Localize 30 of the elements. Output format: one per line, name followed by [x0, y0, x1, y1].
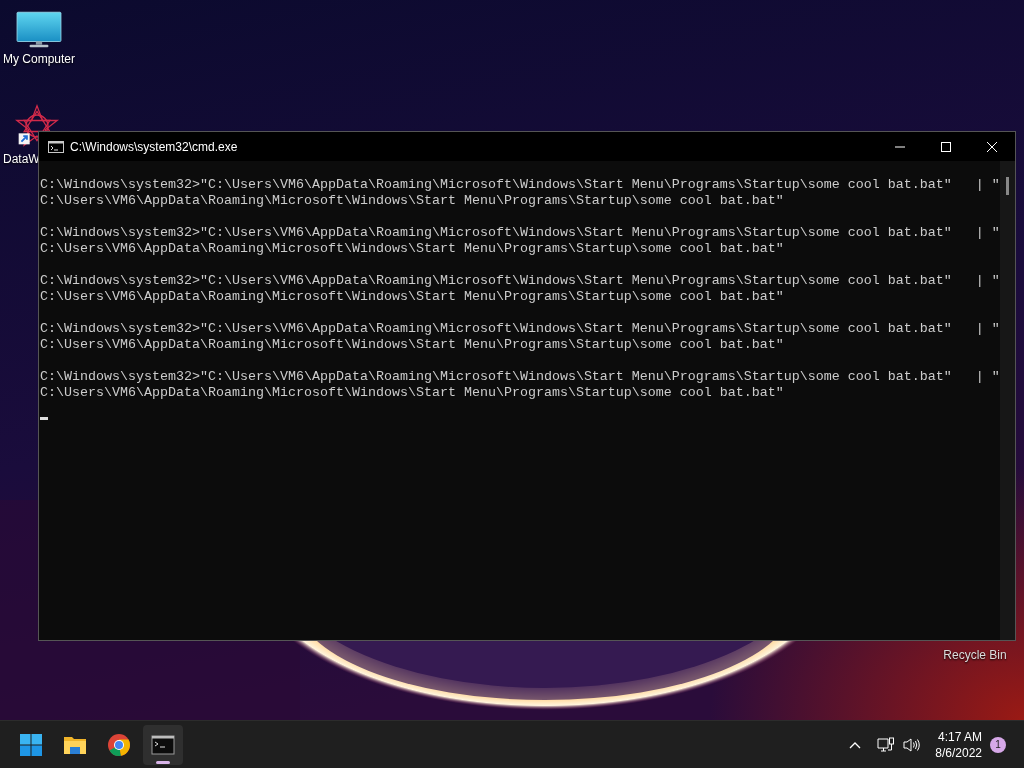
windows-logo-icon: [19, 732, 43, 757]
desktop-icon-label[interactable]: Recycle Bin: [943, 648, 1007, 662]
scrollbar[interactable]: [999, 161, 1015, 640]
console-line: C:\Windows\system32>"C:\Users\VM6\AppData\Roaming\Microsoft\Windows\Start Menu\Programs\Startup\some cool bat.bat" | ": [40, 273, 1000, 289]
desktop-icon-label[interactable]: My Computer: [3, 52, 75, 66]
maximize-icon: [941, 141, 951, 152]
window-title: C:\Windows\system32\cmd.exe: [70, 139, 239, 154]
console-line: C:\Users\VM6\AppData\Roaming\Microsoft\Windows\Start Menu\Programs\Startup\some cool bat.bat": [40, 289, 785, 305]
console-line: C:\Windows\system32>"C:\Users\VM6\AppData\Roaming\Microsoft\Windows\Start Menu\Programs\Startup\some cool bat.bat" | ": [40, 225, 1000, 241]
console-line: C:\Users\VM6\AppData\Roaming\Microsoft\Windows\Start Menu\Programs\Startup\some cool bat.bat": [40, 337, 785, 353]
computer-icon[interactable]: [16, 10, 62, 50]
taskbar-app-button[interactable]: [143, 724, 183, 765]
terminal-icon: [151, 732, 175, 757]
console-line: C:\Windows\system32>"C:\Users\VM6\AppData\Roaming\Microsoft\Windows\Start Menu\Programs\Startup\some cool bat.bat" | ": [40, 369, 1000, 385]
console-line: C:\Users\VM6\AppData\Roaming\Microsoft\Windows\Start Menu\Programs\Startup\some cool bat.bat": [40, 193, 785, 209]
notification-badge[interactable]: 1: [990, 736, 1006, 753]
console-line: C:\Users\VM6\AppData\Roaming\Microsoft\Windows\Start Menu\Programs\Startup\some cool bat.bat": [40, 241, 785, 257]
clock-date[interactable]: 8/6/2022: [935, 744, 982, 761]
network-icon[interactable]: [877, 736, 896, 753]
chevron-up-icon[interactable]: [849, 740, 862, 749]
console-line: C:\Users\VM6\AppData\Roaming\Microsoft\Windows\Start Menu\Programs\Startup\some cool bat.bat": [40, 385, 785, 401]
console-line: C:\Windows\system32>"C:\Users\VM6\AppData\Roaming\Microsoft\Windows\Start Menu\Programs\Startup\some cool bat.bat" | ": [40, 177, 1000, 193]
clock-time[interactable]: 4:17 AM: [937, 728, 982, 745]
close-icon: [987, 141, 997, 152]
desktop-icon-label[interactable]: DataW: [3, 152, 40, 166]
browser-icon: [107, 732, 131, 757]
console-line: C:\Windows\system32>"C:\Users\VM6\AppData\Roaming\Microsoft\Windows\Start Menu\Programs\Startup\some cool bat.bat" | ": [40, 321, 1000, 337]
speaker-icon[interactable]: [903, 736, 922, 753]
active-indicator: [156, 760, 170, 764]
terminal-icon: [48, 140, 64, 153]
